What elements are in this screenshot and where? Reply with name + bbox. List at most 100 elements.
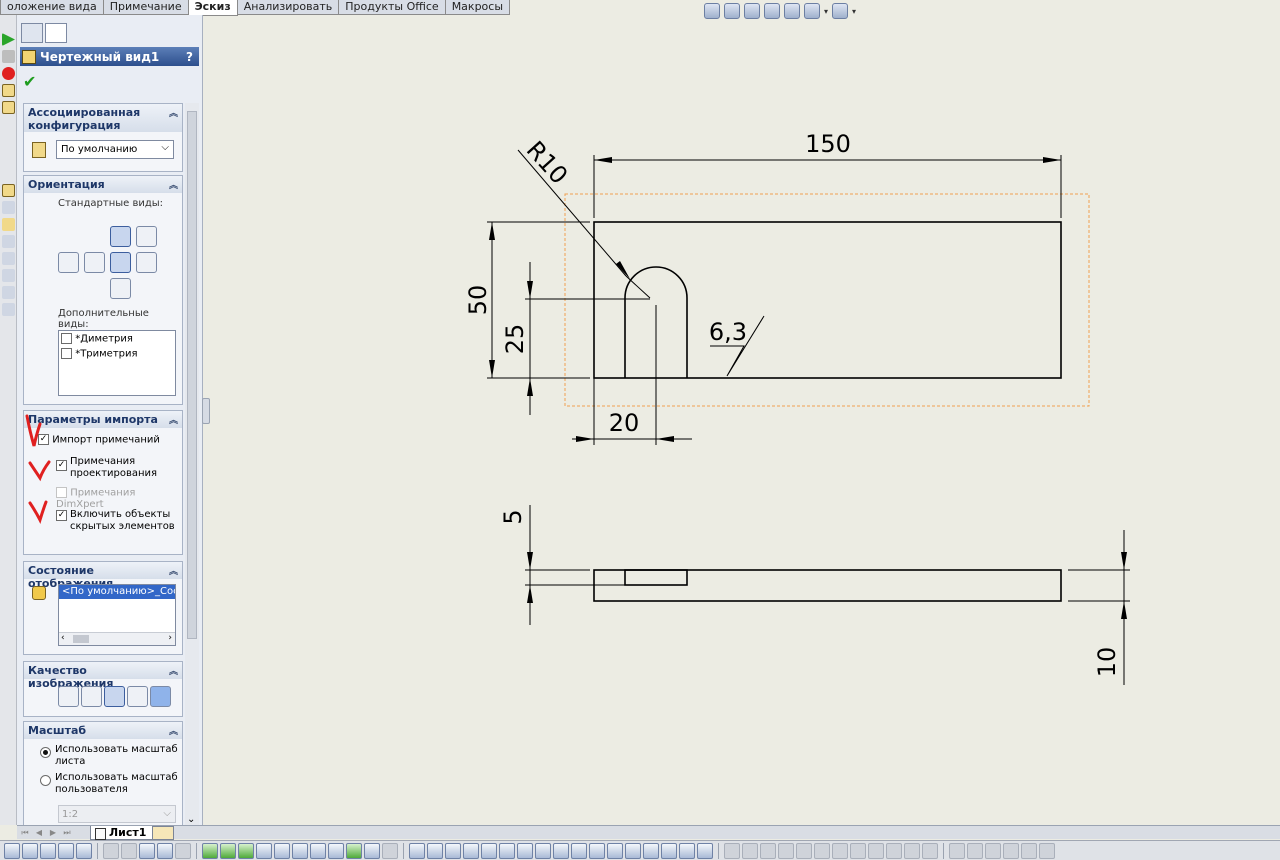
collapse-icon[interactable]: ︽ [169, 724, 178, 737]
group-header[interactable]: Параметры импорта ︽ [24, 411, 182, 428]
filter-hatch-icon[interactable] [643, 842, 659, 859]
filter-axes-icon[interactable] [364, 842, 380, 859]
radio-button[interactable] [40, 775, 51, 786]
custom-scale-option[interactable]: Использовать масштаб пользователя [40, 772, 178, 796]
tab-office-products[interactable]: Продукты Office [338, 0, 446, 15]
scroll-left-icon[interactable]: ‹ [61, 633, 65, 643]
checkbox[interactable] [61, 333, 72, 344]
side-view[interactable] [593, 569, 1062, 602]
filter-routing-icon[interactable] [697, 842, 713, 859]
tab-annotation[interactable]: Примечание [102, 0, 189, 15]
center-mark-icon[interactable] [2, 286, 15, 299]
rebuild-icon[interactable] [764, 3, 780, 19]
zoom-area-icon[interactable] [724, 3, 740, 19]
filter-blocks-icon[interactable] [481, 842, 497, 859]
view-front-button[interactable] [110, 226, 131, 247]
filter-surfaces-icon[interactable] [238, 842, 254, 859]
front-view[interactable] [593, 221, 1062, 379]
checkbox[interactable]: ✓ [38, 434, 49, 445]
filter-hole-callout-icon[interactable] [517, 842, 533, 859]
horizontal-scrollbar[interactable]: ‹ › [59, 632, 175, 645]
feature-tree-tab[interactable] [21, 23, 43, 43]
hole-callout-icon[interactable] [2, 252, 15, 265]
edit-macro-icon[interactable] [2, 84, 15, 97]
selection-filter-icon[interactable] [139, 842, 155, 859]
play-icon[interactable] [2, 33, 15, 46]
collapse-icon[interactable]: ︽ [169, 664, 178, 677]
display-state-item[interactable]: <По умолчанию>_Сост [59, 585, 175, 599]
drawing-area[interactable]: 150 50 25 20 R10 6,3 5 10 [204, 20, 1280, 825]
filter-revision-icon[interactable] [661, 842, 677, 859]
layer-icon[interactable] [22, 842, 38, 859]
filter-points-icon[interactable] [328, 842, 344, 859]
group-header[interactable]: Масштаб ︽ [24, 722, 182, 739]
wireframe-icon[interactable] [58, 686, 79, 707]
zoom-to-fit-icon[interactable] [704, 3, 720, 19]
scroll-thumb[interactable] [73, 635, 89, 643]
sheet-tab[interactable]: Лист1 [90, 826, 154, 840]
filter-datum-icon[interactable] [382, 842, 398, 859]
collapse-icon[interactable]: ︽ [169, 564, 178, 577]
hidden-lines-removed-icon[interactable] [104, 686, 125, 707]
design-annotations-option[interactable]: ✓ Примечания проектирования [56, 456, 180, 480]
filter-dimensions-icon[interactable] [256, 842, 272, 859]
scroll-right-icon[interactable]: › [168, 633, 172, 643]
dimension-height-text[interactable]: 50 [464, 285, 492, 316]
filter-tables-icon[interactable] [499, 842, 515, 859]
filter-faces-icon[interactable] [220, 842, 236, 859]
list-item[interactable]: *Диметрия [61, 333, 173, 348]
filter-datum-target-icon[interactable] [535, 842, 551, 859]
smart-dimension-icon[interactable] [4, 842, 20, 859]
weld-symbol-icon[interactable] [2, 235, 15, 248]
filter-gtol-icon[interactable] [445, 842, 461, 859]
ok-button[interactable]: ✔ [23, 72, 202, 92]
origin-icon[interactable] [76, 842, 92, 859]
panel-scrollbar[interactable]: ⌄ [185, 103, 199, 825]
filter-sketch-icon[interactable] [310, 842, 326, 859]
filter-weld-icon[interactable] [427, 842, 443, 859]
filter-icon[interactable] [103, 842, 119, 859]
filter-annotations-icon[interactable] [589, 842, 605, 859]
tab-evaluate[interactable]: Анализировать [236, 0, 340, 15]
chevron-down-icon[interactable]: ⌵ [161, 142, 169, 153]
hidden-lines-visible-icon[interactable] [81, 686, 102, 707]
filter-notes-icon[interactable] [274, 842, 290, 859]
datum-icon[interactable] [2, 269, 15, 282]
property-manager-tab[interactable] [45, 23, 67, 43]
group-header[interactable]: Ассоциированная конфигурация ︽ [24, 104, 182, 132]
shaded-with-edges-icon[interactable] [127, 686, 148, 707]
filter-cosmetic-thread-icon[interactable] [553, 842, 569, 859]
dimension-width-text[interactable]: 150 [805, 130, 851, 158]
tab-sketch[interactable]: Эскиз [187, 0, 238, 16]
import-annotations-option[interactable]: ✓ Импорт примечаний [38, 434, 160, 446]
tab-macros[interactable]: Макросы [444, 0, 511, 15]
more-views-list[interactable]: *Диметрия *Триметрия [58, 330, 176, 396]
radio-button[interactable] [40, 747, 51, 758]
dimension-thickness-text[interactable]: 5 [499, 509, 527, 524]
new-macro-icon[interactable] [2, 101, 15, 114]
note-icon[interactable] [2, 184, 15, 197]
next-sheet-icon[interactable]: ▶ [47, 828, 59, 838]
hide-show-items-icon[interactable] [832, 3, 849, 19]
previous-view-icon[interactable] [744, 3, 760, 19]
sheet-scale-option[interactable]: Использовать масштаб листа [40, 744, 178, 768]
view-left-button[interactable] [84, 252, 105, 273]
group-header[interactable]: Ориентация ︽ [24, 176, 182, 193]
collapse-icon[interactable]: ︽ [169, 413, 178, 426]
display-state-list[interactable]: <По умолчанию>_Сост ‹ › [58, 584, 176, 646]
tab-view-layout[interactable]: оложение вида [0, 0, 104, 15]
filter-text-icon[interactable] [607, 842, 623, 859]
surface-finish-icon[interactable] [2, 218, 15, 231]
chevron-down-icon[interactable]: ▾ [852, 7, 856, 16]
dimension-slot-offset-text[interactable]: 20 [609, 409, 640, 437]
view-top-button[interactable] [110, 252, 131, 273]
filter-connection-icon[interactable] [679, 842, 695, 859]
checkbox[interactable] [61, 348, 72, 359]
view-back-button[interactable] [58, 252, 79, 273]
configuration-select[interactable]: По умолчанию ⌵ [56, 140, 174, 159]
filter-blocks-alt-icon[interactable] [625, 842, 641, 859]
view-right-button[interactable] [136, 252, 157, 273]
filter-center-mark-icon[interactable] [463, 842, 479, 859]
help-button[interactable]: ? [186, 50, 193, 64]
select-icon[interactable] [157, 842, 173, 859]
